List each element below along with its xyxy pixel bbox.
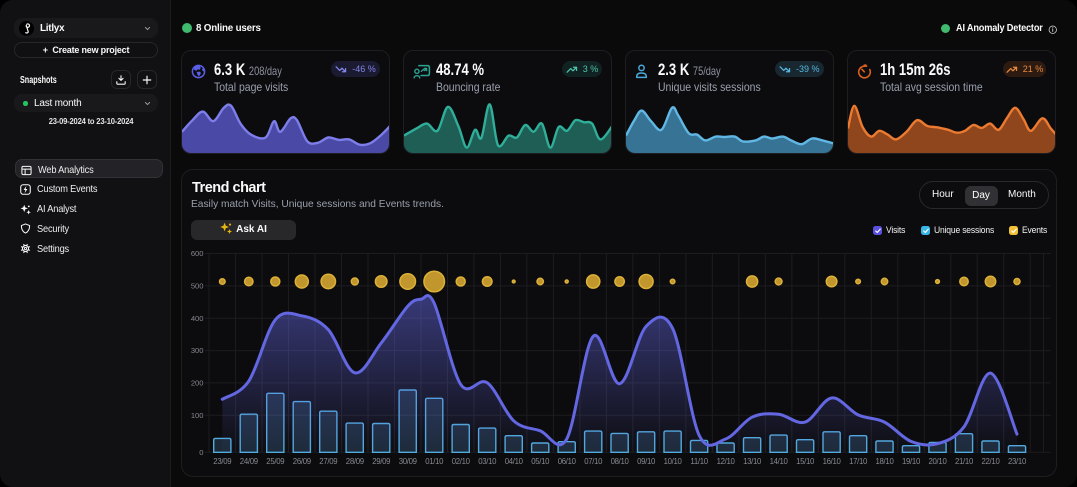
svg-text:05/10: 05/10 xyxy=(531,457,550,466)
svg-text:18/10: 18/10 xyxy=(875,457,894,466)
svg-text:28/09: 28/09 xyxy=(346,457,364,466)
svg-text:19/10: 19/10 xyxy=(902,457,921,466)
svg-text:600: 600 xyxy=(191,249,204,258)
svg-text:09/10: 09/10 xyxy=(637,457,656,466)
svg-text:17/10: 17/10 xyxy=(849,457,868,466)
svg-text:29/09: 29/09 xyxy=(372,457,390,466)
svg-text:500: 500 xyxy=(191,282,204,291)
svg-text:23/09: 23/09 xyxy=(213,457,231,466)
svg-text:25/09: 25/09 xyxy=(266,457,284,466)
svg-text:16/10: 16/10 xyxy=(823,457,842,466)
svg-text:10/10: 10/10 xyxy=(664,457,683,466)
svg-text:23/10: 23/10 xyxy=(1008,457,1027,466)
svg-text:02/10: 02/10 xyxy=(452,457,471,466)
svg-text:26/09: 26/09 xyxy=(293,457,311,466)
svg-text:300: 300 xyxy=(191,346,204,355)
svg-text:20/10: 20/10 xyxy=(928,457,947,466)
svg-text:400: 400 xyxy=(191,314,204,323)
svg-text:30/09: 30/09 xyxy=(399,457,417,466)
svg-text:27/09: 27/09 xyxy=(319,457,337,466)
svg-text:15/10: 15/10 xyxy=(796,457,815,466)
svg-text:24/09: 24/09 xyxy=(240,457,258,466)
svg-text:01/10: 01/10 xyxy=(425,457,444,466)
svg-text:100: 100 xyxy=(191,411,204,420)
svg-text:13/10: 13/10 xyxy=(743,457,762,466)
svg-text:12/10: 12/10 xyxy=(717,457,736,466)
svg-text:08/10: 08/10 xyxy=(611,457,630,466)
svg-text:04/10: 04/10 xyxy=(505,457,524,466)
svg-text:06/10: 06/10 xyxy=(558,457,577,466)
svg-text:22/10: 22/10 xyxy=(981,457,1000,466)
svg-text:200: 200 xyxy=(191,379,204,388)
svg-text:14/10: 14/10 xyxy=(770,457,789,466)
svg-text:21/10: 21/10 xyxy=(955,457,974,466)
svg-text:07/10: 07/10 xyxy=(584,457,603,466)
svg-text:03/10: 03/10 xyxy=(478,457,497,466)
svg-text:11/10: 11/10 xyxy=(690,457,708,466)
svg-text:0: 0 xyxy=(199,448,203,457)
